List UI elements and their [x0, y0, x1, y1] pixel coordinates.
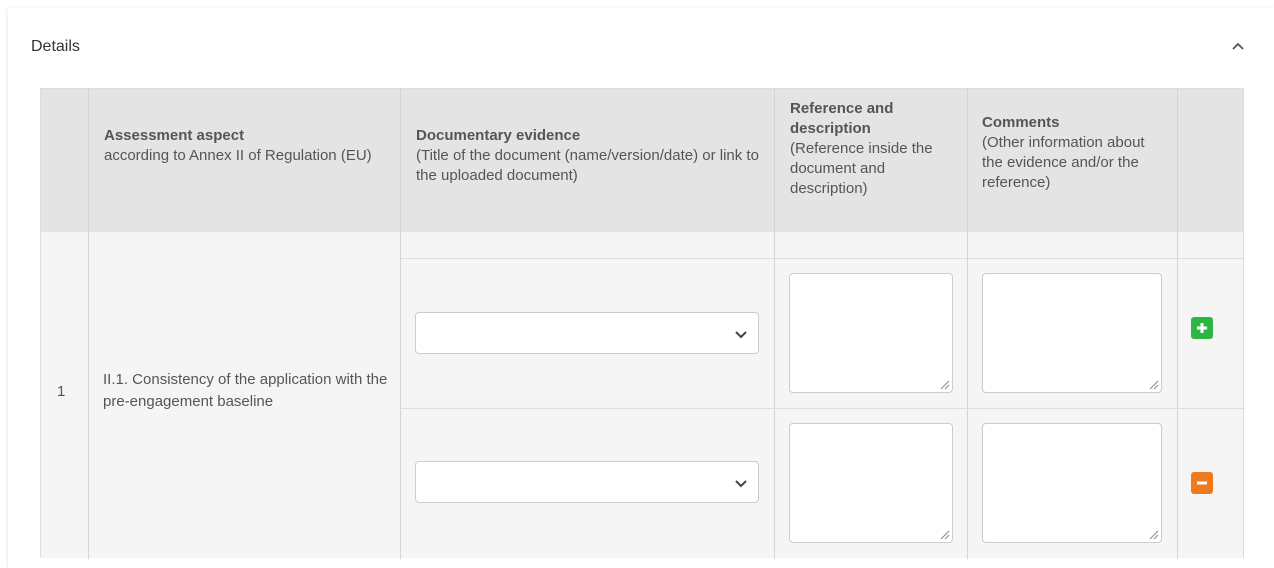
chevron-up-icon: [1232, 42, 1244, 50]
resize-grip-icon[interactable]: [1149, 530, 1159, 540]
assessment-aspect-text: II.1. Consistency of the application wit…: [103, 371, 388, 410]
header-title: Comments: [982, 114, 1060, 131]
chevron-down-icon: [735, 331, 747, 339]
comments-textarea[interactable]: [982, 423, 1162, 543]
add-entry-button[interactable]: [1191, 317, 1213, 339]
column-divider: [967, 89, 968, 559]
chevron-down-icon: [735, 480, 747, 488]
documentary-evidence-select[interactable]: [415, 461, 759, 503]
header-title: Reference and description: [790, 100, 894, 137]
minus-icon: [1197, 481, 1207, 485]
header-documentary-evidence: Documentary evidence (Title of the docum…: [416, 126, 766, 186]
collapse-button[interactable]: [1228, 36, 1248, 56]
header-assessment-aspect: Assessment aspect according to Annex II …: [104, 126, 389, 166]
column-divider: [774, 89, 775, 559]
column-divider: [1177, 89, 1178, 559]
header-title: Documentary evidence: [416, 127, 581, 144]
reference-description-textarea[interactable]: [789, 423, 953, 543]
resize-grip-icon[interactable]: [940, 530, 950, 540]
remove-entry-button[interactable]: [1191, 472, 1213, 494]
resize-grip-icon[interactable]: [940, 380, 950, 390]
header-subtitle: according to Annex II of Regulation (EU): [104, 147, 372, 164]
plus-icon: [1197, 323, 1207, 333]
header-comments: Comments (Other information about the ev…: [982, 113, 1162, 193]
header-subtitle: (Reference inside the document and descr…: [790, 140, 933, 197]
comments-textarea[interactable]: [982, 273, 1162, 393]
row-number: 1: [57, 383, 66, 400]
resize-grip-icon[interactable]: [1149, 380, 1159, 390]
reference-description-textarea[interactable]: [789, 273, 953, 393]
header-subtitle: (Title of the document (name/version/dat…: [416, 147, 759, 184]
header-reference-description: Reference and description (Reference ins…: [790, 99, 955, 199]
row-divider: [400, 258, 1245, 259]
row-divider: [400, 408, 1245, 409]
assessment-table: Assessment aspect according to Annex II …: [40, 88, 1245, 559]
column-divider: [88, 89, 89, 559]
header-title: Assessment aspect: [104, 127, 245, 144]
header-subtitle: (Other information about the evidence an…: [982, 134, 1145, 191]
documentary-evidence-select[interactable]: [415, 312, 759, 354]
panel-title: Details: [31, 38, 80, 55]
column-divider: [400, 89, 401, 559]
